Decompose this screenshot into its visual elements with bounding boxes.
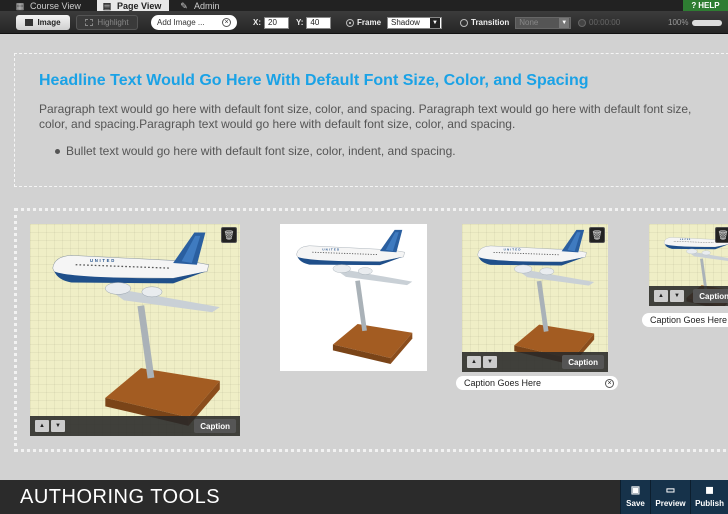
transition-group: Transition None ▼	[460, 15, 572, 30]
preview-button[interactable]: ▭ Preview	[650, 480, 690, 514]
publish-label: Publish	[695, 499, 724, 508]
timecode-radio[interactable]	[578, 18, 586, 27]
bullet-icon	[55, 148, 60, 154]
wrench-icon: ✎	[180, 0, 188, 11]
y-field-group: Y: 40	[296, 15, 332, 30]
save-label: Save	[626, 499, 645, 508]
arrow-down-icon[interactable]: ▼	[670, 290, 684, 302]
tab-course-view[interactable]: ▦ Course View	[10, 0, 92, 11]
arrow-up-icon[interactable]: ▲	[654, 290, 668, 302]
action-buttons: ▣ Save ▭ Preview ◼ Publish	[620, 480, 728, 514]
clear-icon[interactable]: ×	[605, 378, 614, 388]
frame-label: Frame	[357, 18, 382, 27]
tab-page-view[interactable]: ▤ Page View	[97, 0, 169, 11]
preview-icon: ▭	[665, 485, 676, 496]
gallery-card[interactable]: 🗑 ▲ ▼ Caption	[462, 224, 608, 372]
save-button[interactable]: ▣ Save	[620, 480, 650, 514]
caption-text: Caption Goes Here	[650, 315, 728, 325]
reorder-arrows: ▲ ▼	[467, 356, 497, 368]
transition-select-value: None	[519, 18, 539, 27]
top-nav: ▦ Course View ▤ Page View ✎ Admin ? HELP	[0, 0, 728, 11]
frame-group: Frame Shadow ▼	[346, 15, 443, 30]
gallery-card[interactable]	[280, 224, 427, 371]
bullet-item[interactable]: Bullet text would go here with default f…	[55, 144, 456, 158]
trash-icon[interactable]: 🗑	[221, 227, 237, 243]
add-image-input[interactable]: Add Image ... ×	[151, 15, 237, 30]
airplane-photo	[462, 224, 608, 372]
arrow-down-icon[interactable]: ▼	[51, 420, 65, 432]
add-image-placeholder: Add Image ...	[157, 18, 205, 27]
airplane-photo	[280, 224, 427, 371]
caption-button[interactable]: Caption	[562, 355, 604, 369]
image-button[interactable]: Image	[16, 15, 70, 30]
frame-select[interactable]: Shadow ▼	[387, 16, 443, 29]
timecode-value: 00:00:00	[589, 18, 621, 27]
bullet-text: Bullet text would go here with default f…	[66, 144, 456, 158]
arrow-up-icon[interactable]: ▲	[467, 356, 481, 368]
airplane-image	[52, 231, 221, 427]
page-headline[interactable]: Headline Text Would Go Here With Default…	[39, 72, 589, 90]
bottom-bar: AUTHORING TOOLS ▣ Save ▭ Preview ◼ Publi…	[0, 480, 728, 514]
trash-icon[interactable]: 🗑	[589, 227, 605, 243]
toolbar: Image Highlight Add Image ... × X: 20 Y:…	[0, 11, 728, 34]
y-label: Y:	[296, 18, 304, 27]
help-button[interactable]: ? HELP	[683, 0, 728, 11]
highlight-button[interactable]: Highlight	[76, 15, 138, 30]
airplane-image	[477, 229, 595, 366]
brand-title: AUTHORING TOOLS	[20, 486, 221, 508]
zoom-slider[interactable]	[692, 19, 723, 26]
caption-input[interactable]: Caption Goes Here	[642, 313, 728, 327]
transition-label: Transition	[471, 18, 510, 27]
trash-icon[interactable]: 🗑	[715, 227, 728, 243]
gallery-card[interactable]: 🗑 ▲ ▼ Caption	[649, 224, 728, 306]
caption-button[interactable]: Caption	[693, 289, 728, 303]
tab-label: Admin	[194, 0, 220, 11]
x-input[interactable]: 20	[264, 16, 289, 29]
clear-icon[interactable]: ×	[222, 18, 231, 27]
arrow-up-icon[interactable]: ▲	[35, 420, 49, 432]
y-input[interactable]: 40	[306, 16, 332, 29]
grid-icon: ▦	[15, 0, 25, 11]
caption-bar: ▲ ▼ Caption	[462, 352, 608, 372]
arrow-down-icon[interactable]: ▼	[483, 356, 497, 368]
highlight-button-label: Highlight	[97, 18, 129, 27]
image-icon	[25, 19, 34, 26]
caption-input[interactable]: Caption Goes Here ×	[456, 376, 618, 390]
paragraph-text[interactable]: Paragraph text would go here with defaul…	[39, 102, 699, 132]
gallery-card[interactable]: 🗑 ▲ ▼ Caption	[30, 224, 240, 436]
tab-label: Course View	[30, 0, 81, 11]
highlight-icon	[85, 19, 94, 26]
preview-label: Preview	[655, 499, 686, 508]
text-region[interactable]: Headline Text Would Go Here With Default…	[14, 53, 728, 187]
airplane-image	[296, 229, 413, 365]
chevron-down-icon: ▼	[559, 17, 570, 28]
image-gallery[interactable]: 🗑 ▲ ▼ Caption 🗑 ▲ ▼ Caption Caption Goes…	[14, 208, 728, 452]
chevron-down-icon: ▼	[430, 17, 441, 28]
frame-select-value: Shadow	[391, 18, 420, 27]
image-button-label: Image	[37, 18, 61, 27]
page-icon: ▤	[102, 0, 112, 11]
reorder-arrows: ▲ ▼	[654, 290, 684, 302]
caption-button[interactable]: Caption	[194, 419, 236, 433]
transition-select[interactable]: None ▼	[515, 16, 572, 29]
caption-text: Caption Goes Here	[464, 378, 542, 388]
zoom-group: 100%	[668, 15, 723, 30]
reorder-arrows: ▲ ▼	[35, 420, 65, 432]
tab-label: Page View	[117, 0, 162, 11]
help-icon: ?	[691, 1, 697, 10]
help-label: HELP	[698, 1, 720, 10]
timecode-group: 00:00:00	[578, 15, 620, 30]
transition-radio[interactable]	[460, 18, 468, 27]
save-icon: ▣	[630, 485, 641, 496]
caption-bar: ▲ ▼ Caption	[30, 416, 240, 436]
x-field-group: X: 20	[253, 15, 289, 30]
x-label: X:	[253, 18, 261, 27]
publish-icon: ◼	[705, 485, 714, 496]
publish-button[interactable]: ◼ Publish	[690, 480, 728, 514]
zoom-value: 100%	[668, 18, 689, 27]
tab-admin[interactable]: ✎ Admin	[176, 0, 236, 11]
caption-bar: ▲ ▼ Caption	[649, 286, 728, 306]
airplane-photo	[30, 224, 240, 436]
frame-radio[interactable]	[346, 18, 354, 27]
